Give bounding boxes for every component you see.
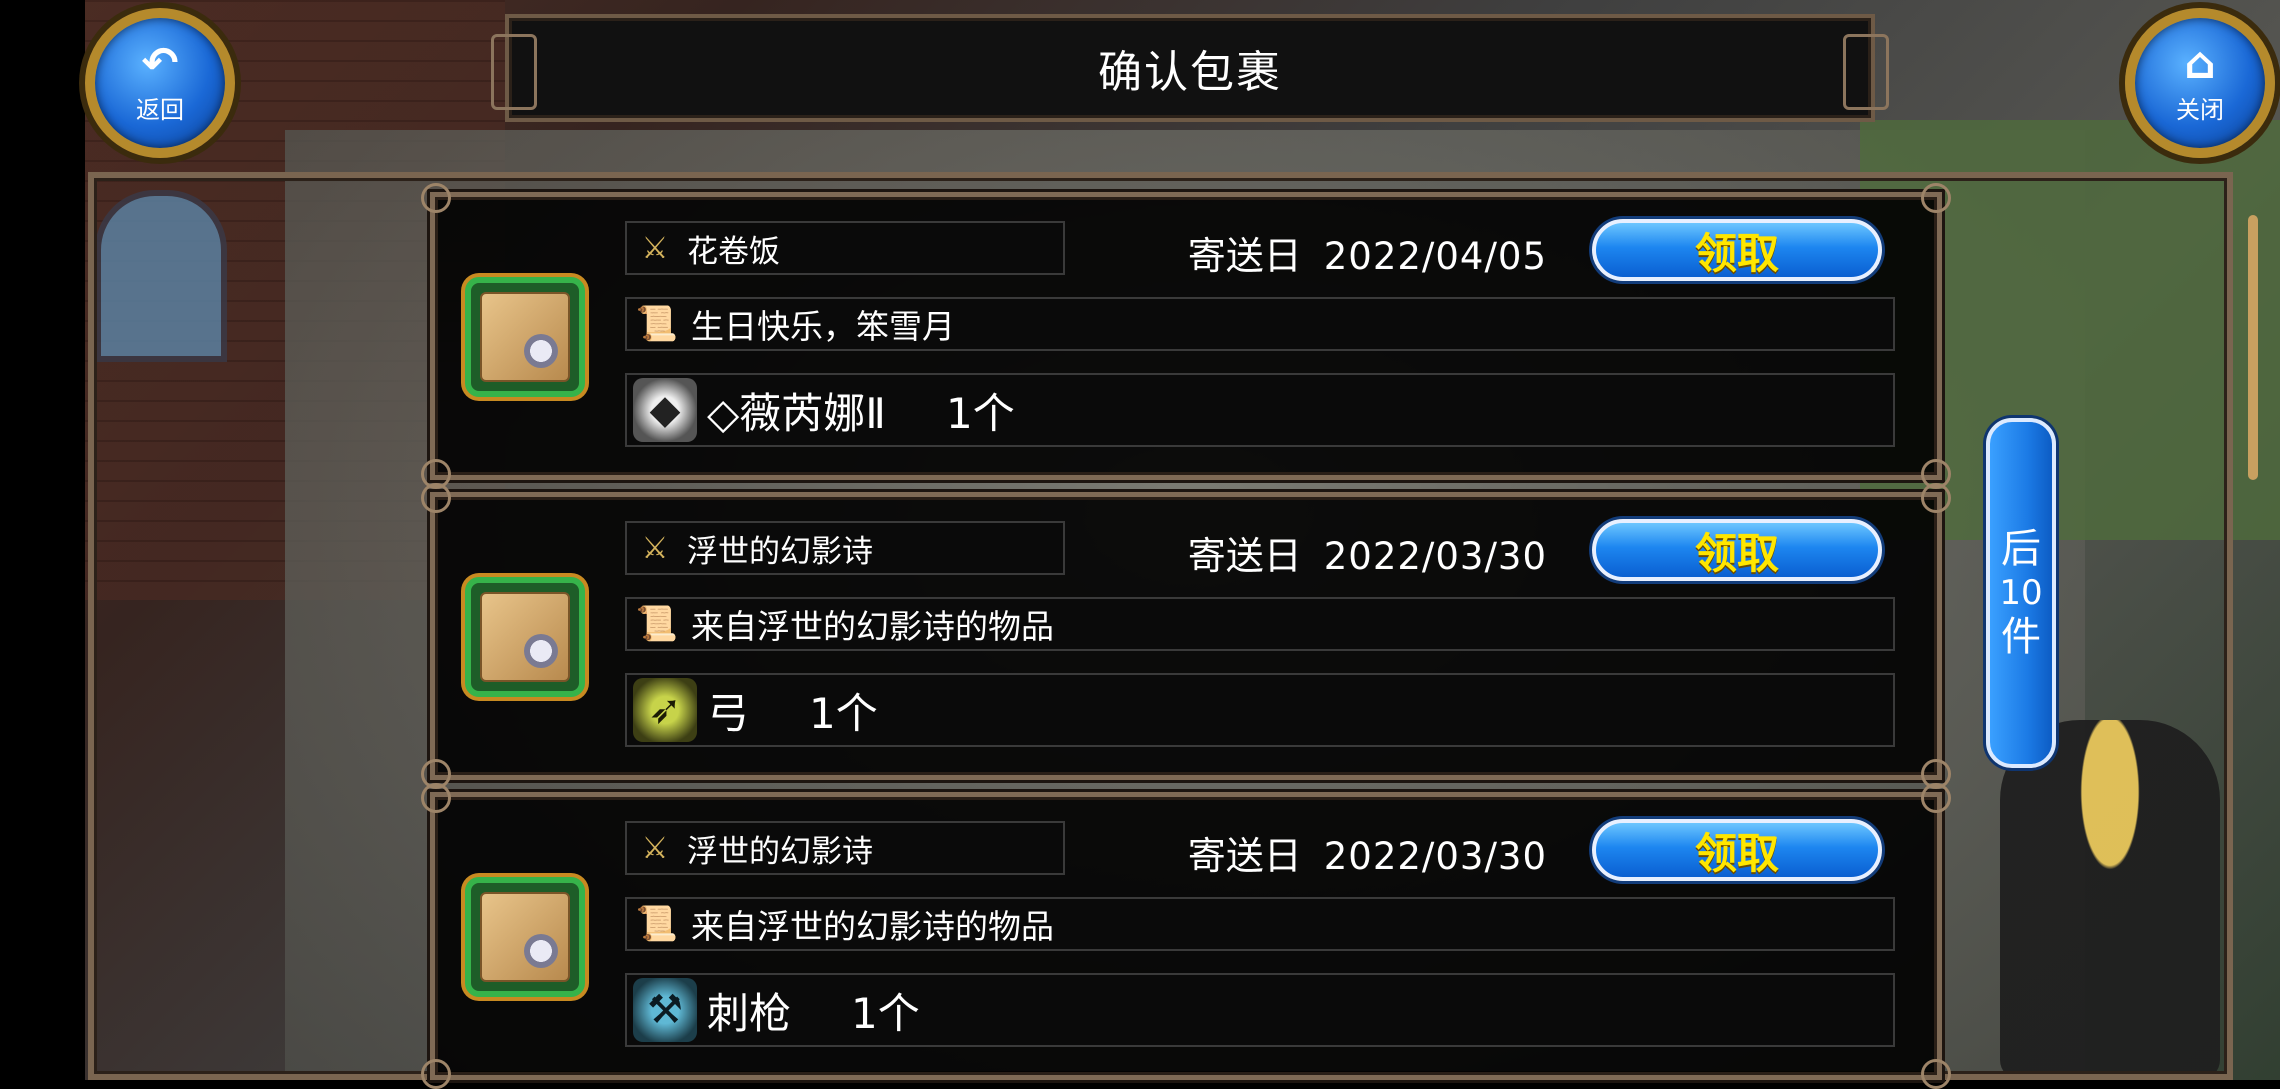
sender-name: 花卷饭 [687,233,780,270]
next-page-prefix: 后 [2001,526,2041,572]
scroll-quill-icon: 📜 [635,904,679,944]
sender-name: 浮世的幻影诗 [687,833,873,870]
page-title: 确认包裹 [1098,47,1282,98]
back-label: 返回 [136,95,184,124]
next-page-button[interactable]: 后 10 件 [1986,418,2056,768]
gem-icon: ◆ [633,378,697,442]
parcel-box-icon [465,277,585,397]
sword-shield-icon: ⚔ [641,230,669,266]
date-key: 寄送日 [1187,834,1302,878]
scrollbar[interactable] [2248,215,2258,480]
send-date: 寄送日 2022/03/30 [1188,525,1547,580]
sword-shield-icon: ⚔ [641,830,669,866]
item-name: ◇薇芮娜Ⅱ [707,388,886,438]
parcel-box-icon [465,577,585,697]
title-ornament-right [1843,34,1889,110]
back-button[interactable]: ↶ 返回 [85,8,235,158]
item-quantity: 1个 [809,688,878,738]
parcel-box-icon [465,877,585,997]
message-text: 来自浮世的幻影诗的物品 [691,907,1054,946]
spear-icon: ⚒ [633,978,697,1042]
parcel-entry: ⚔ 浮世的幻影诗 寄送日 2022/03/30 领取 📜 来自浮世的幻影诗的物品 … [421,783,1951,1089]
item-name: 刺枪 [707,988,792,1038]
date-key: 寄送日 [1187,534,1302,578]
next-page-count: 10 [1999,573,2043,613]
item-row: ➶ 弓 1个 [625,673,1895,747]
sender-row: ⚔ 花卷饭 [625,221,1065,275]
home-icon: ⌂ [2184,37,2216,89]
item-quantity: 1个 [851,988,920,1038]
date-value: 2022/03/30 [1323,835,1547,878]
item-row: ◆ ◇薇芮娜Ⅱ 1个 [625,373,1895,447]
sender-row: ⚔ 浮世的幻影诗 [625,521,1065,575]
close-label: 关闭 [2176,95,2224,124]
item-quantity: 1个 [945,388,1015,438]
message-text: 来自浮世的幻影诗的物品 [691,607,1054,646]
claim-button[interactable]: 领取 [1592,519,1882,581]
sender-name: 浮世的幻影诗 [687,533,873,570]
title-bar: 确认包裹 [491,14,1889,122]
back-arrow-icon: ↶ [141,37,179,89]
send-date: 寄送日 2022/04/05 [1188,225,1547,280]
next-page-suffix: 件 [2001,614,2041,660]
claim-button[interactable]: 领取 [1592,819,1882,881]
date-value: 2022/04/05 [1323,235,1547,278]
scroll-quill-icon: 📜 [635,304,679,344]
claim-button[interactable]: 领取 [1592,219,1882,281]
date-value: 2022/03/30 [1323,535,1547,578]
scroll-quill-icon: 📜 [635,604,679,644]
parcel-entry: ⚔ 花卷饭 寄送日 2022/04/05 领取 📜 生日快乐，笨雪月 ◆ ◇薇芮娜… [421,183,1951,489]
parcel-entry: ⚔ 浮世的幻影诗 寄送日 2022/03/30 领取 📜 来自浮世的幻影诗的物品 … [421,483,1951,789]
item-name: 弓 [707,688,750,738]
send-date: 寄送日 2022/03/30 [1188,825,1547,880]
close-button[interactable]: ⌂ 关闭 [2125,8,2275,158]
bow-icon: ➶ [633,678,697,742]
title-ornament-left [491,34,537,110]
item-row: ⚒ 刺枪 1个 [625,973,1895,1047]
sword-shield-icon: ⚔ [641,530,669,566]
message-text: 生日快乐，笨雪月 [691,307,955,346]
sender-row: ⚔ 浮世的幻影诗 [625,821,1065,875]
message-row: 📜 生日快乐，笨雪月 [625,297,1895,351]
message-row: 📜 来自浮世的幻影诗的物品 [625,897,1895,951]
date-key: 寄送日 [1187,234,1302,278]
message-row: 📜 来自浮世的幻影诗的物品 [625,597,1895,651]
